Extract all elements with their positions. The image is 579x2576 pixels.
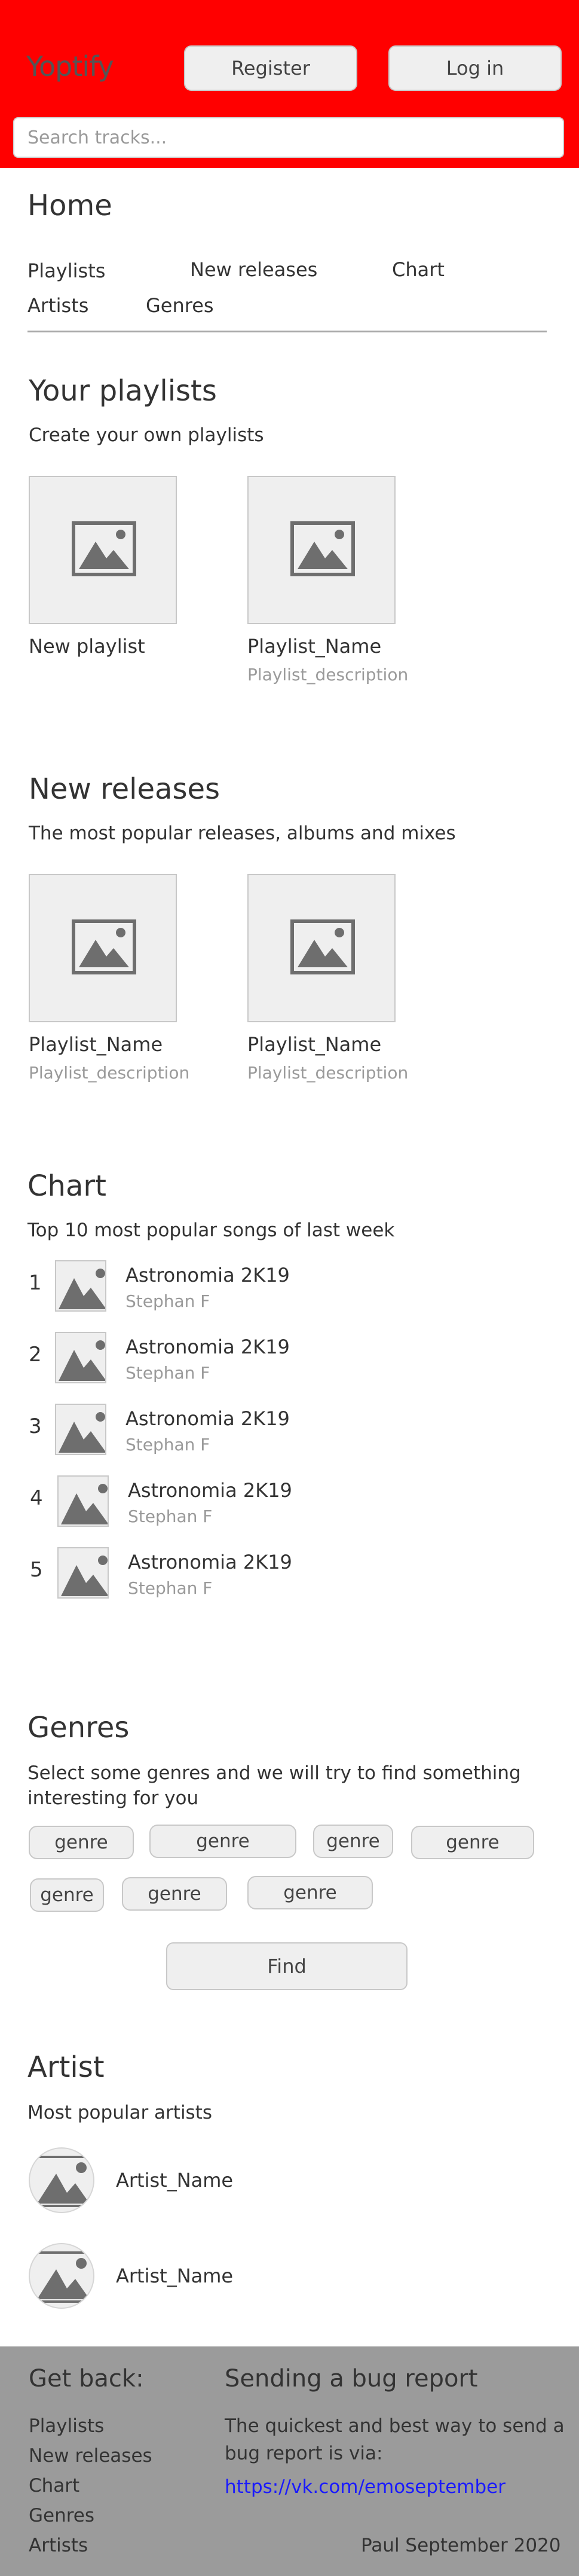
register-button[interactable]: Register <box>184 45 357 91</box>
track-artist: Stephan F <box>128 1578 213 1598</box>
image-placeholder-icon <box>35 2251 91 2303</box>
image-placeholder-icon <box>61 1484 108 1524</box>
new-playlist-thumbnail[interactable] <box>29 476 177 624</box>
chart-rank: 4 <box>30 1486 43 1510</box>
release-description: Playlist_description <box>247 1063 409 1083</box>
genre-chip[interactable]: genre <box>122 1877 227 1911</box>
artist-title: Artist <box>27 2051 105 2084</box>
genres-subtitle-line1: Select some genres and we will try to fi… <box>27 1762 521 1784</box>
genre-chip[interactable]: genre <box>313 1825 393 1858</box>
track-artist: Stephan F <box>125 1363 210 1383</box>
find-button[interactable]: Find <box>166 1942 408 1990</box>
chart-rank: 5 <box>30 1558 43 1582</box>
artist-avatar[interactable] <box>29 2147 94 2213</box>
release-name[interactable]: Playlist_Name <box>247 1033 381 1056</box>
track-title[interactable]: Astronomia 2K19 <box>125 1407 290 1430</box>
track-thumbnail[interactable] <box>55 1404 106 1455</box>
image-placeholder-icon <box>290 919 355 974</box>
footer-bug-text-line1: The quickest and best way to send a <box>225 2415 565 2437</box>
footer-copyright: Paul September 2020 <box>361 2535 561 2556</box>
page-title: Home <box>27 189 112 222</box>
nav-divider <box>27 331 547 332</box>
chart-rank: 2 <box>29 1343 42 1367</box>
image-placeholder-icon <box>59 1269 105 1309</box>
playlist-name[interactable]: New playlist <box>29 635 145 658</box>
track-title[interactable]: Astronomia 2K19 <box>125 1336 290 1358</box>
search-input[interactable]: Search tracks... <box>13 117 564 158</box>
footer-link-genres[interactable]: Genres <box>29 2505 94 2526</box>
chart-rank: 1 <box>29 1271 42 1295</box>
genres-subtitle-line2: interesting for you <box>27 1787 199 1809</box>
nav-link-genres[interactable]: Genres <box>146 294 214 317</box>
image-placeholder-icon <box>35 2156 91 2207</box>
genre-chip[interactable]: genre <box>30 1878 104 1912</box>
playlist-thumbnail[interactable] <box>247 476 396 624</box>
chart-title: Chart <box>27 1169 106 1203</box>
track-title[interactable]: Astronomia 2K19 <box>128 1551 292 1573</box>
footer-bug-text-line2: bug report is via: <box>225 2443 383 2464</box>
playlist-name[interactable]: Playlist_Name <box>247 635 381 658</box>
footer-link-chart[interactable]: Chart <box>29 2475 79 2496</box>
playlists-title: Your playlists <box>29 374 217 408</box>
genre-chip[interactable]: genre <box>247 1876 373 1909</box>
track-thumbnail[interactable] <box>55 1260 106 1312</box>
artist-name[interactable]: Artist_Name <box>116 2169 233 2192</box>
genre-chip[interactable]: genre <box>149 1825 296 1858</box>
footer-bug-title: Sending a bug report <box>225 2365 478 2392</box>
track-thumbnail[interactable] <box>57 1547 109 1599</box>
image-placeholder-icon <box>72 919 136 974</box>
app-logo[interactable]: Yoptify <box>26 50 114 82</box>
new-releases-subtitle: The most popular releases, albums and mi… <box>29 823 456 844</box>
track-thumbnail[interactable] <box>55 1332 106 1383</box>
image-placeholder-icon <box>72 521 136 576</box>
image-placeholder-icon <box>290 521 355 576</box>
footer-link-new-releases[interactable]: New releases <box>29 2445 152 2467</box>
nav-link-artists[interactable]: Artists <box>27 294 88 317</box>
nav-link-playlists[interactable]: Playlists <box>27 259 105 282</box>
nav-link-new-releases[interactable]: New releases <box>190 258 317 281</box>
chart-rank: 3 <box>29 1414 42 1438</box>
nav-link-chart[interactable]: Chart <box>392 258 445 281</box>
footer-link-playlists[interactable]: Playlists <box>29 2415 104 2437</box>
genre-chip[interactable]: genre <box>411 1826 534 1859</box>
release-name[interactable]: Playlist_Name <box>29 1033 163 1056</box>
footer-get-back-title: Get back: <box>29 2365 144 2392</box>
release-description: Playlist_description <box>29 1063 190 1083</box>
chart-subtitle: Top 10 most popular songs of last week <box>27 1220 395 1241</box>
artist-avatar[interactable] <box>29 2243 94 2309</box>
genres-title: Genres <box>27 1711 130 1744</box>
image-placeholder-icon <box>59 1412 105 1453</box>
track-thumbnail[interactable] <box>57 1475 109 1527</box>
bug-report-link[interactable]: https://vk.com/emoseptember <box>225 2476 506 2498</box>
playlists-subtitle: Create your own playlists <box>29 424 264 446</box>
footer-link-artists[interactable]: Artists <box>29 2535 88 2556</box>
release-thumbnail[interactable] <box>247 874 396 1022</box>
track-artist: Stephan F <box>125 1435 210 1454</box>
image-placeholder-icon <box>59 1340 105 1381</box>
artist-name[interactable]: Artist_Name <box>116 2265 233 2287</box>
release-thumbnail[interactable] <box>29 874 177 1022</box>
image-placeholder-icon <box>61 1556 108 1596</box>
artist-subtitle: Most popular artists <box>27 2102 213 2123</box>
track-title[interactable]: Astronomia 2K19 <box>128 1479 292 1502</box>
track-artist: Stephan F <box>128 1507 213 1526</box>
playlist-description: Playlist_description <box>247 665 409 685</box>
genre-chip[interactable]: genre <box>29 1826 134 1859</box>
track-title[interactable]: Astronomia 2K19 <box>125 1264 290 1287</box>
login-button[interactable]: Log in <box>388 45 562 91</box>
track-artist: Stephan F <box>125 1291 210 1311</box>
new-releases-title: New releases <box>29 772 220 806</box>
